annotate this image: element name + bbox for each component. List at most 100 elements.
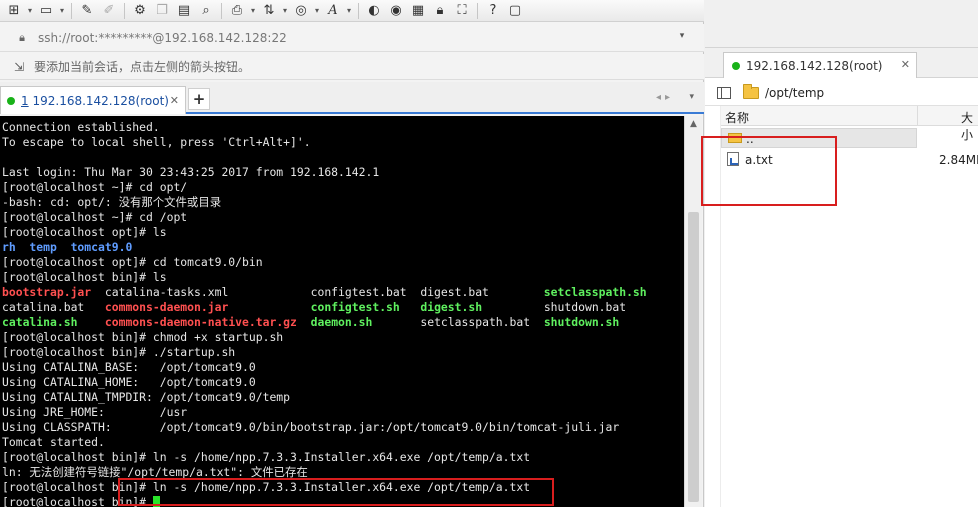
terminal-line: Connection established. <box>2 120 684 135</box>
terminal-text: catalina.bat <box>2 300 105 314</box>
xftp-tab-label: 192.168.142.128(root) <box>746 58 883 73</box>
font-icon[interactable]: A <box>323 2 343 20</box>
terminal-text: [root@localhost ~]# cd /opt <box>2 210 188 224</box>
toolbar-divider <box>358 2 359 19</box>
xftp-pane: 192.168.142.128(root) ✕ /opt/temp 名称 大小 … <box>701 0 978 507</box>
terminal-line: catalina.sh commons-daemon-native.tar.gz… <box>2 315 684 330</box>
find-icon[interactable]: ⌕ <box>196 2 216 20</box>
chat-icon[interactable]: ▢ <box>505 2 525 20</box>
terminal-line: To escape to local shell, press 'Ctrl+Al… <box>2 135 684 150</box>
scroll-up-icon[interactable]: ▲ <box>685 116 702 132</box>
terminal-line: Last login: Thu Mar 30 23:43:25 2017 fro… <box>2 165 684 180</box>
highlight-box <box>701 136 837 206</box>
xshell-icon[interactable]: ◉ <box>386 2 406 20</box>
terminal-text: Using CATALINA_HOME: /opt/tomcat9.0 <box>2 375 256 389</box>
xftp-column-header: 名称 大小 <box>721 106 978 142</box>
xftp-path[interactable]: /opt/temp <box>765 86 824 100</box>
terminal-line: [root@localhost bin]# chmod +x startup.s… <box>2 330 684 345</box>
close-icon[interactable]: ✕ <box>901 58 910 71</box>
terminal-output[interactable]: Connection established. To escape to loca… <box>0 116 684 507</box>
chevron-down-icon[interactable]: ▾ <box>281 6 289 15</box>
properties-icon[interactable]: ⚙ <box>130 2 150 20</box>
address-field[interactable]: 🔒︎ ssh://root:*********@192.168.142.128:… <box>6 27 694 49</box>
terminal-text: -bash: cd: opt/: 没有那个文件或目录 <box>2 195 222 209</box>
terminal-text: [root@localhost opt]# cd tomcat9.0/bin <box>2 255 263 269</box>
fullscreen-icon[interactable]: ⛶ <box>452 2 472 20</box>
folder-icon <box>743 83 759 99</box>
terminal-line: rh temp tomcat9.0 <box>2 240 684 255</box>
terminal-text: catalina.sh <box>2 315 78 329</box>
column-divider[interactable] <box>917 106 918 126</box>
terminal-text: [root@localhost bin]# ./startup.sh <box>2 345 236 359</box>
column-name-header[interactable]: 名称 <box>725 109 749 126</box>
terminal-text: To escape to local shell, press 'Ctrl+Al… <box>2 135 311 149</box>
terminal-line: Using JRE_HOME: /usr <box>2 405 684 420</box>
paste-icon[interactable]: ▤ <box>174 2 194 20</box>
terminal-line: Tomcat started. <box>2 435 684 450</box>
app-window: ⊞ ▾ ▭ ▾ ✎ ✐ ⚙ ❐ ▤ ⌕ ⎙ ▾ ⇅ ▾ ◎ ▾ A ▾ ◐ ◉ ▦ 🔒︎ ⛶… <box>0 0 978 507</box>
panel-toggle-icon[interactable] <box>717 86 731 99</box>
toolbar-divider <box>477 2 478 19</box>
add-session-arrow-icon[interactable]: ⇲ <box>14 60 30 74</box>
tab-session-1[interactable]: 1 192.168.142.128(root) ✕ <box>0 86 186 114</box>
connected-status-icon <box>732 61 740 70</box>
tab-menu-icon[interactable]: ▾ <box>689 92 694 102</box>
file-size: 2.84MB <box>939 153 978 167</box>
globe-icon[interactable]: ◎ <box>291 2 311 20</box>
help-icon[interactable]: ? <box>483 2 503 20</box>
column-size-header[interactable]: 大小 <box>961 109 978 143</box>
terminal-text: [root@localhost ~]# cd opt/ <box>2 180 188 194</box>
terminal-line: -bash: cd: opt/: 没有那个文件或目录 <box>2 195 684 210</box>
xftp-icon[interactable]: ◐ <box>364 2 384 20</box>
terminal-text: Connection established. <box>2 120 160 134</box>
terminal-text: bootstrap.jar <box>2 285 92 299</box>
terminal-text: Using JRE_HOME: /usr <box>2 405 188 419</box>
terminal-scrollbar[interactable]: ▲ <box>684 116 702 507</box>
terminal-text: daemon.sh <box>310 315 373 329</box>
tab-index: 1 <box>21 93 29 108</box>
terminal-line: Using CATALINA_BASE: /opt/tomcat9.0 <box>2 360 684 375</box>
chevron-down-icon[interactable]: ▾ <box>26 6 34 15</box>
hint-bar: ⇲ 要添加当前会话，点击左侧的箭头按钮。 <box>0 54 704 80</box>
print-icon[interactable]: ⎙ <box>227 2 247 20</box>
tab-title: 192.168.142.128(root) <box>32 93 169 108</box>
xftp-tabbar: 192.168.142.128(root) ✕ <box>705 48 978 78</box>
terminal-text: configtest.sh <box>310 300 400 314</box>
terminal-text: shutdown.bat <box>482 300 627 314</box>
terminal-line: Using CATALINA_TMPDIR: /opt/tomcat9.0/te… <box>2 390 684 405</box>
lock-icon[interactable]: 🔒︎ <box>430 2 450 20</box>
close-icon[interactable]: ✕ <box>170 94 179 107</box>
chevron-down-icon[interactable]: ▾ <box>313 6 321 15</box>
scrollbar-thumb[interactable] <box>688 212 699 502</box>
chevron-down-icon[interactable]: ▾ <box>58 6 66 15</box>
xftp-path-bar: /opt/temp <box>705 80 978 106</box>
copy-icon[interactable]: ❐ <box>152 2 172 20</box>
xftp-tab-session[interactable]: 192.168.142.128(root) ✕ <box>723 52 917 78</box>
compose-icon[interactable]: ▦ <box>408 2 428 20</box>
terminal-line: Using CATALINA_HOME: /opt/tomcat9.0 <box>2 375 684 390</box>
address-text[interactable]: ssh://root:*********@192.168.142.128:22 <box>38 31 287 45</box>
chevron-down-icon[interactable]: ▾ <box>676 31 688 45</box>
transfer-icon[interactable]: ⇅ <box>259 2 279 20</box>
address-bar: 🔒︎ ssh://root:*********@192.168.142.128:… <box>0 24 704 52</box>
terminal-line: [root@localhost bin]# ls <box>2 270 684 285</box>
terminal-line: [root@localhost ~]# cd /opt <box>2 210 684 225</box>
add-tab-button[interactable]: + <box>188 88 210 110</box>
session-tabbar: 1 192.168.142.128(root) ✕ + ◂▸ ▾ <box>0 82 704 114</box>
pen-icon[interactable]: ✐ <box>99 2 119 20</box>
edit-icon[interactable]: ✎ <box>77 2 97 20</box>
open-folder-icon[interactable]: ▭ <box>36 2 56 20</box>
terminal-text: [root@localhost bin]# ls <box>2 270 167 284</box>
chevron-down-icon[interactable]: ▾ <box>345 6 353 15</box>
terminal-line: [root@localhost bin]# ./startup.sh <box>2 345 684 360</box>
toolbar: ⊞ ▾ ▭ ▾ ✎ ✐ ⚙ ❐ ▤ ⌕ ⎙ ▾ ⇅ ▾ ◎ ▾ A ▾ ◐ ◉ ▦ 🔒︎ ⛶… <box>0 0 704 22</box>
terminal-line: [root@localhost opt]# cd tomcat9.0/bin <box>2 255 684 270</box>
terminal-text: catalina-tasks.xml configtest.bat digest… <box>91 285 544 299</box>
tab-scroll-arrows-icon[interactable]: ◂▸ <box>656 92 674 103</box>
new-session-icon[interactable]: ⊞ <box>4 2 24 20</box>
chevron-down-icon[interactable]: ▾ <box>249 6 257 15</box>
